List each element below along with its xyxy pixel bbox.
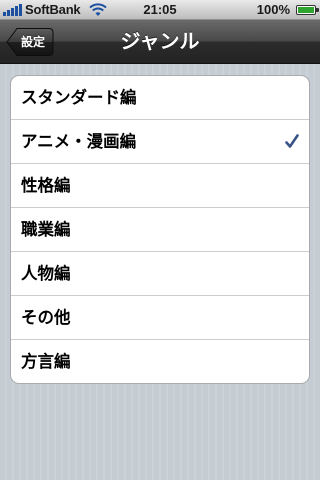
back-button-label: 設定 (21, 35, 46, 49)
genre-row-dialect[interactable]: 方言編 (11, 339, 309, 383)
genre-row-other[interactable]: その他 (11, 295, 309, 339)
battery-fill (298, 7, 314, 13)
battery-icon (296, 5, 316, 15)
genre-label: スタンダード編 (21, 88, 137, 107)
genre-list: スタンダード編 アニメ・漫画編 性格編 職業編 人物編 その他 方言編 (10, 75, 310, 384)
genre-label: アニメ・漫画編 (21, 132, 137, 151)
genre-label: その他 (21, 308, 71, 327)
genre-row-personality[interactable]: 性格編 (11, 163, 309, 207)
genre-row-people[interactable]: 人物編 (11, 251, 309, 295)
genre-label: 職業編 (21, 220, 71, 239)
battery-percent: 100% (256, 2, 290, 17)
genre-row-standard[interactable]: スタンダード編 (11, 76, 309, 119)
page-title: ジャンル (120, 29, 200, 53)
genre-row-anime-manga[interactable]: アニメ・漫画編 (11, 119, 309, 163)
battery-cap (316, 8, 319, 12)
status-bar: SoftBank 21:05 100% (0, 0, 320, 20)
back-button[interactable]: 設定 (6, 27, 54, 57)
checkmark-icon (285, 134, 299, 148)
genre-row-occupation[interactable]: 職業編 (11, 207, 309, 251)
genre-label: 性格編 (21, 176, 71, 195)
genre-label: 人物編 (21, 264, 71, 283)
navigation-bar: 設定 ジャンル (0, 20, 320, 64)
genre-label: 方言編 (21, 352, 71, 371)
